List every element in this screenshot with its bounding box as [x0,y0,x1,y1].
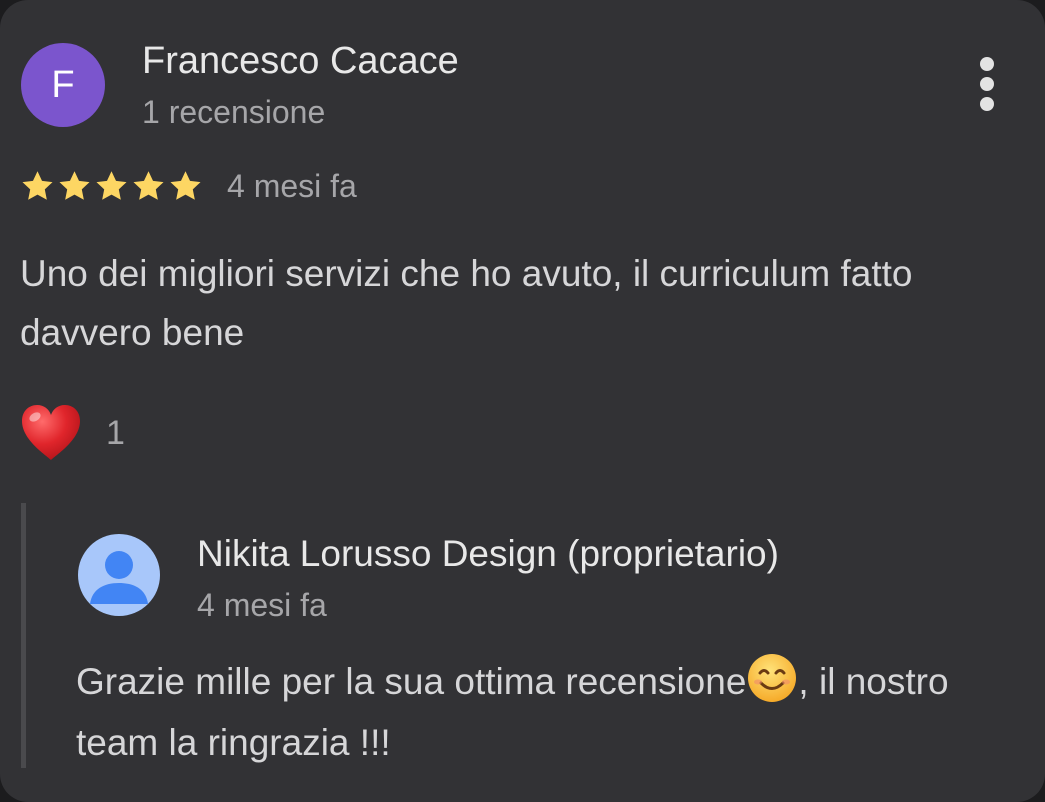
person-icon [90,551,148,604]
star-rating [20,169,203,204]
more-options-button[interactable] [964,52,1010,116]
reviewer-avatar[interactable]: F [21,43,105,127]
heart-icon [22,405,80,460]
review-card: F Francesco Cacace 1 recensione 4 mesi f… [0,0,1045,802]
reply-date: 4 mesi fa [197,587,327,623]
star-icon [96,170,127,200]
smiling-face-icon [748,654,797,702]
star-icon [22,170,53,200]
star-icon [170,170,201,200]
reply-text-start: Grazie mille per la sua ottima recension… [76,661,747,702]
review-count: 1 recensione [142,94,326,130]
reply-text: Grazie mille per la sua ottima recension… [76,651,976,773]
owner-reply: Nikita Lorusso Design (proprietario) 4 m… [21,503,1016,768]
reviewer-name[interactable]: Francesco Cacace [142,40,459,83]
review-date: 4 mesi fa [227,167,357,204]
star-icon [59,170,90,200]
owner-avatar[interactable] [78,534,160,616]
reaction-count: 1 [106,413,125,452]
reaction-button[interactable]: 1 [18,400,125,466]
review-text: Uno dei migliori servizi che ho avuto, i… [20,253,913,353]
more-vert-icon [980,57,994,111]
owner-name[interactable]: Nikita Lorusso Design (proprietario) [197,533,779,575]
rating-row: 4 mesi fa [20,164,357,208]
star-icon [133,170,164,200]
